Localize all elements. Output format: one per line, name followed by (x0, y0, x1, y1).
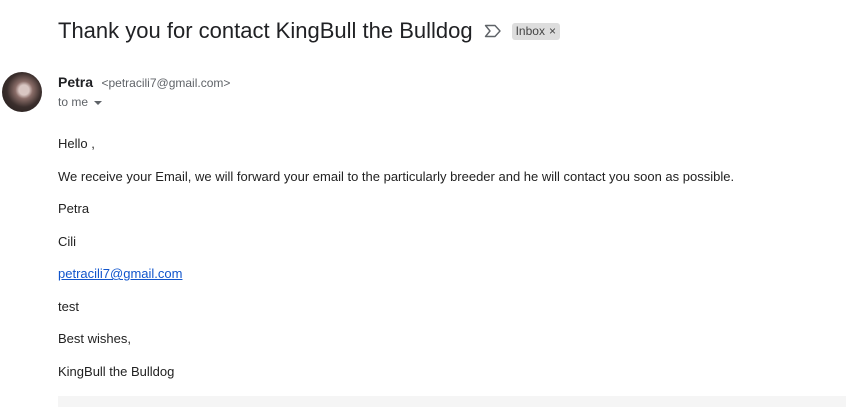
remove-label-icon[interactable]: × (549, 23, 556, 40)
sender-email: <petracili7@gmail.com> (101, 76, 231, 90)
sender-row: Petra <petracili7@gmail.com> (58, 73, 230, 92)
sender-name[interactable]: Petra (58, 74, 93, 90)
label-chip-text: Inbox (515, 23, 545, 38)
subject-row: Thank you for contact KingBull the Bulld… (58, 14, 560, 48)
recipient-details-toggle[interactable]: to me (58, 94, 103, 110)
body-sign-off: Best wishes, (58, 331, 131, 346)
chevron-down-icon[interactable] (94, 100, 103, 105)
body-signature: KingBull the Bulldog (58, 363, 175, 379)
email-subject: Thank you for contact KingBull the Bulld… (58, 18, 473, 43)
email-link[interactable]: petracili7@gmail.com (58, 266, 182, 281)
reply-area-divider (58, 396, 846, 407)
email-view: Thank you for contact KingBull the Bulld… (0, 0, 846, 407)
recipient-text: to me (58, 95, 89, 109)
body-email-line: petracili7@gmail.com (58, 265, 734, 298)
important-marker-icon[interactable] (484, 24, 502, 38)
inbox-label-chip[interactable]: Inbox × (511, 22, 560, 40)
email-body: Hello , We receive your Email, we will f… (58, 135, 734, 395)
sender-avatar[interactable] (2, 72, 42, 112)
body-message: We receive your Email, we will forward y… (58, 168, 735, 184)
body-line-cili: Cili (58, 233, 77, 249)
body-line-petra: Petra (58, 201, 90, 216)
body-greeting: Hello , (58, 136, 95, 151)
body-line-test: test (58, 298, 79, 314)
